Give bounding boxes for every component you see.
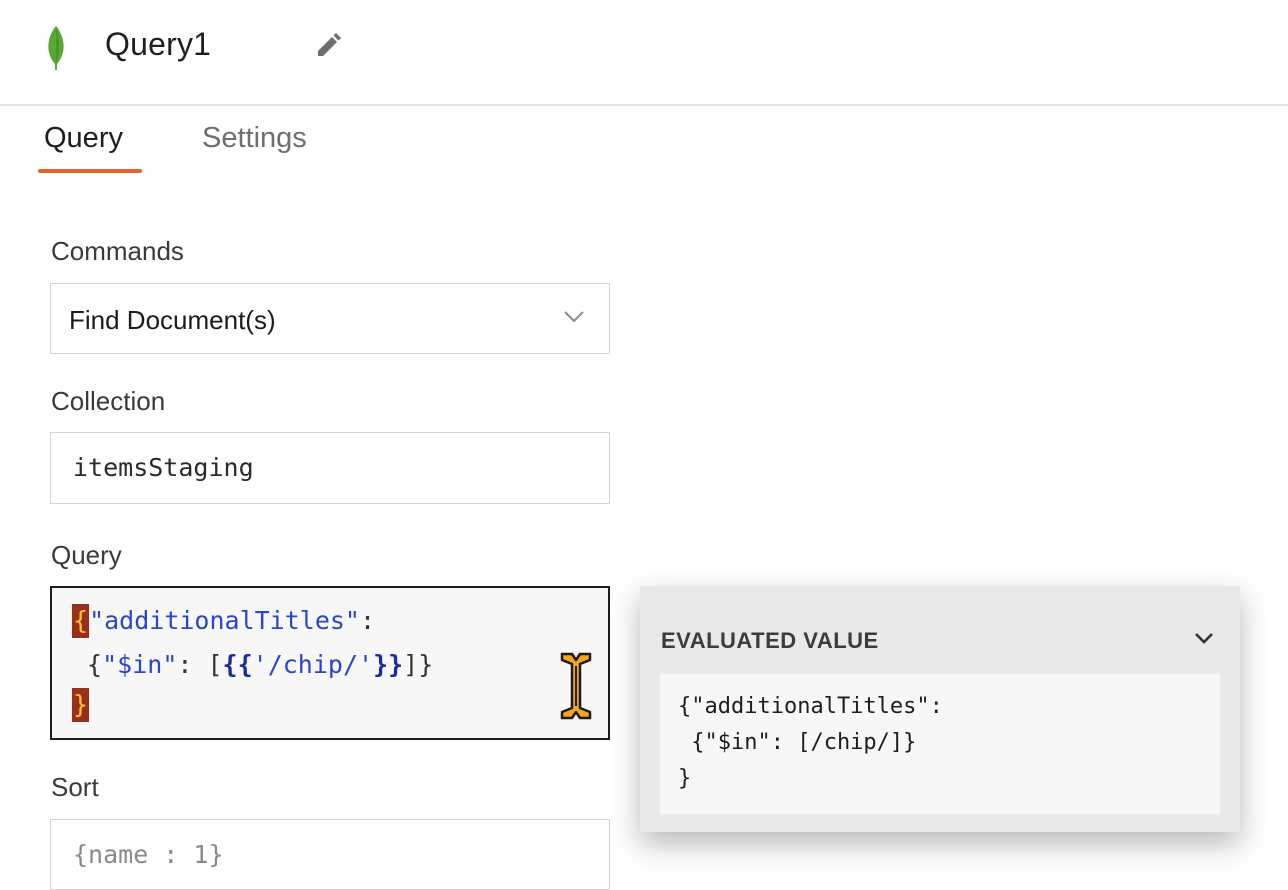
evaluated-value-title: EVALUATED VALUE [661,628,879,653]
commands-selected-value: Find Document(s) [69,305,276,335]
collection-input[interactable]: itemsStaging [50,432,610,504]
query-code-editor[interactable]: {"additionalTitles": {"$in": [{{'/chip/'… [50,586,610,740]
collection-value: itemsStaging [73,453,254,482]
evaluated-value-box: {"additionalTitles": {"$in": [/chip/]} } [660,674,1220,814]
evaluated-line: {"additionalTitles": [678,694,943,719]
query-header: Query1 [0,0,1288,106]
commands-select[interactable]: Find Document(s) [50,283,610,354]
collection-label: Collection [51,386,166,416]
tab-query[interactable]: Query [44,122,123,155]
brace-highlight: { [72,604,90,638]
chevron-down-icon [564,311,584,323]
query-title: Query1 [105,26,212,62]
text-cursor-icon [560,652,592,720]
sort-label: Sort [51,772,99,802]
commands-label: Commands [51,236,184,266]
query-label: Query [51,540,122,570]
active-tab-indicator [38,169,142,173]
sort-placeholder: {name : 1} [73,840,224,869]
query-line-2: {"$in": [{{'/chip/'}}]} [72,650,434,679]
query-line-1: {"additionalTitles": [72,604,375,638]
mongodb-leaf-icon [48,26,64,70]
pencil-icon[interactable] [312,30,344,62]
chevron-down-icon[interactable] [1194,632,1214,644]
query-line-3: } [72,688,90,722]
brace-highlight: } [72,688,90,722]
sort-input[interactable]: {name : 1} [50,819,610,890]
tab-settings[interactable]: Settings [202,122,307,155]
evaluated-value-popover: EVALUATED VALUE {"additionalTitles": {"$… [640,586,1240,832]
evaluated-line: } [678,766,692,791]
evaluated-line: {"$in": [/chip/]} [678,730,917,755]
